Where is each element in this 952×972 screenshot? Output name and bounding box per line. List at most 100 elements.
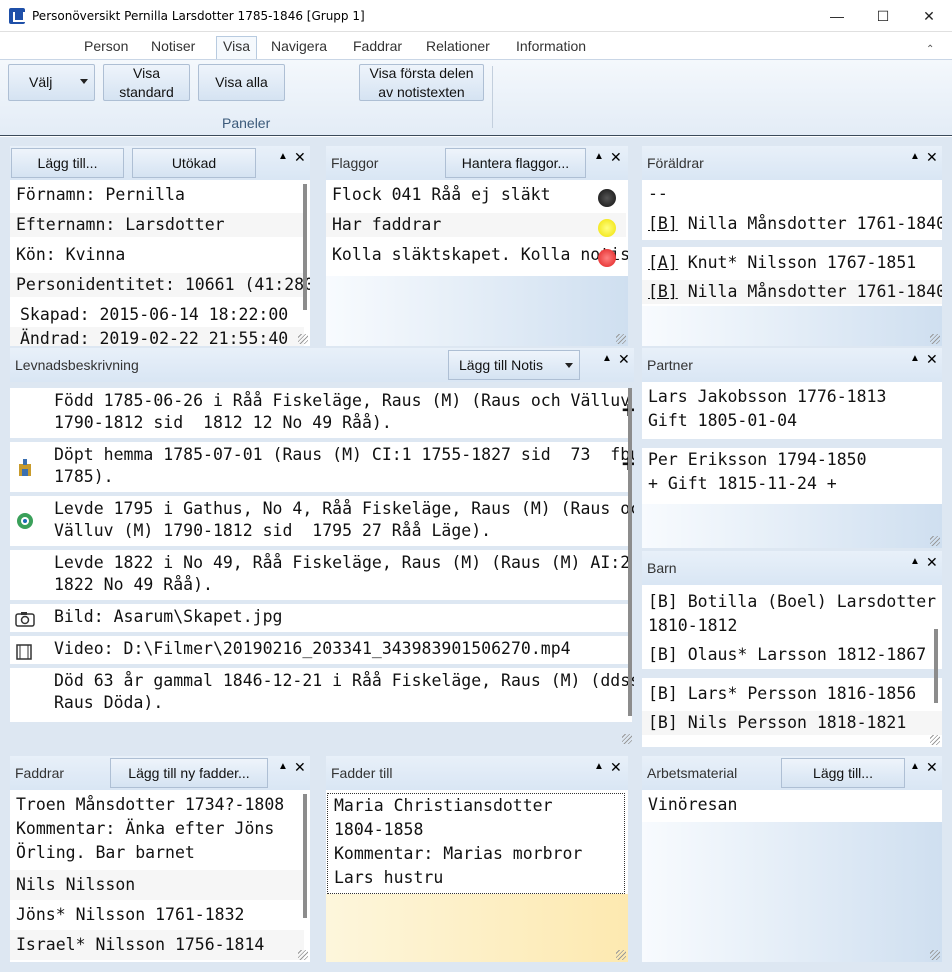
collapse-icon[interactable]: ▲ (278, 761, 288, 772)
scrollbar[interactable] (628, 388, 632, 716)
visa-forsta-line2: av notistexten (378, 83, 465, 100)
visa-forsta-button[interactable]: Visa första delen av notistexten (359, 64, 484, 101)
levnad-row[interactable]: Död 63 år gammal 1846-12-21 i Råå Fiskel… (10, 668, 634, 726)
resize-grip[interactable] (298, 950, 308, 960)
tab-notiser[interactable]: Notiser (151, 38, 195, 54)
person-extended-button[interactable]: Utökad (132, 148, 256, 178)
collapse-icon[interactable]: ▲ (278, 151, 288, 162)
resize-grip[interactable] (616, 950, 626, 960)
partner-row[interactable]: Lars Jakobsson 1776-1813 (642, 385, 942, 409)
collapse-icon[interactable]: ▲ (910, 556, 920, 567)
close-icon[interactable]: ✕ (294, 149, 306, 166)
resize-grip[interactable] (930, 536, 940, 546)
resize-grip[interactable] (930, 950, 940, 960)
panel-title: Partner (647, 357, 693, 373)
manage-flags-button[interactable]: Hantera flaggor... (445, 148, 586, 178)
scrollbar[interactable] (934, 629, 938, 703)
tab-navigera[interactable]: Navigera (271, 38, 327, 54)
partner-row: + Gift 1815-11-24 + (642, 472, 942, 504)
valj-dropdown[interactable]: Välj (8, 64, 95, 101)
child-row[interactable]: [B] Lars* Persson 1816-1856 (642, 682, 942, 706)
godchild-entry[interactable]: Maria Christiansdotter 1804-1858 Komment… (327, 793, 625, 894)
close-icon[interactable]: ✕ (926, 149, 938, 166)
parent-row[interactable]: [B] Nilla Månsdotter 1761-1840 (642, 212, 942, 236)
close-icon[interactable]: ✕ (926, 759, 938, 776)
levnad-row[interactable]: Levde 1795 i Gathus, No 4, Råå Fiskeläge… (10, 496, 634, 550)
close-icon[interactable]: ✕ (610, 759, 622, 776)
tab-relationer[interactable]: Relationer (426, 38, 490, 54)
collapse-icon[interactable]: ▲ (594, 151, 604, 162)
ribbon-collapse-icon[interactable]: ⌃ (926, 44, 934, 55)
levnad-row[interactable]: Levde 1822 i No 49, Råå Fiskeläge, Raus … (10, 550, 632, 604)
parent-row[interactable]: [A] Knut* Nilsson 1767-1851 (642, 251, 942, 275)
maximize-button[interactable]: ☐ (860, 0, 906, 32)
close-button[interactable]: ✕ (906, 0, 952, 32)
godparent-row[interactable]: Nils Nilsson (10, 870, 304, 900)
close-icon[interactable]: ✕ (610, 149, 622, 166)
panel-empty-area (326, 894, 628, 962)
levnad-row[interactable]: Video: D:\Filmer\20190216_203341_3439839… (10, 636, 632, 668)
resize-grip[interactable] (616, 334, 626, 344)
collapse-icon[interactable]: ▲ (910, 151, 920, 162)
parent-name: Knut* Nilsson 1767-1851 (677, 253, 917, 272)
minimize-button[interactable]: — (814, 0, 860, 32)
collapse-icon[interactable]: ▲ (594, 761, 604, 772)
visa-alla-button[interactable]: Visa alla (198, 64, 285, 101)
fadder-till-panel: Fadder till ▲ ✕ Maria Christiansdotter 1… (326, 756, 628, 962)
foraldrar-panel: Föräldrar ▲ ✕ -- [B] Nilla Månsdotter 17… (642, 146, 942, 346)
add-godparent-button[interactable]: Lägg till ny fadder... (110, 758, 268, 788)
collapse-icon[interactable]: ▲ (602, 353, 612, 364)
ribbon-separator (492, 66, 493, 128)
visa-forsta-line1: Visa första delen (369, 64, 474, 81)
parent-tag[interactable]: [A] (648, 253, 678, 272)
close-icon[interactable]: ✕ (618, 351, 630, 368)
tab-information[interactable]: Information (516, 38, 586, 54)
person-row: Ändrad: 2019-02-22 21:55:40 (10, 327, 304, 346)
panel-empty-area (326, 276, 628, 346)
levnad-row[interactable]: Född 1785-06-26 i Råå Fiskeläge, Raus (M… (10, 388, 634, 442)
tab-person[interactable]: Person (84, 38, 128, 54)
tab-faddrar[interactable]: Faddrar (353, 38, 402, 54)
visa-standard-button[interactable]: Visa standard (103, 64, 190, 101)
row-divider (642, 669, 942, 678)
app-icon (9, 8, 25, 24)
collapse-icon[interactable]: ▲ (910, 353, 920, 364)
close-icon[interactable]: ✕ (926, 554, 938, 571)
scrollbar[interactable] (303, 184, 307, 310)
levnad-row[interactable]: Bild: Asarum\Skapet.jpg (10, 604, 632, 636)
collapse-icon[interactable]: ▲ (910, 761, 920, 772)
parent-tag[interactable]: [B] (648, 282, 678, 301)
partner-row: Gift 1805-01-04 (642, 409, 942, 439)
resize-grip[interactable] (930, 334, 940, 344)
scrollbar[interactable] (303, 794, 307, 918)
levnad-text: Bild: Asarum\Skapet.jpg (54, 607, 283, 626)
parent-name: Nilla Månsdotter 1761-1840 (677, 282, 942, 301)
resize-grip[interactable] (930, 735, 940, 745)
add-notis-button[interactable]: Lägg till Notis (448, 350, 580, 380)
workmaterial-row[interactable]: Vinöresan (642, 793, 942, 822)
residence-icon (17, 513, 33, 529)
flag-red-icon (598, 249, 616, 267)
child-row[interactable]: [B] Olaus* Larsson 1812-1867 (642, 643, 942, 667)
church-icon (19, 459, 31, 476)
person-add-button[interactable]: Lägg till... (11, 148, 124, 178)
parent-name: Nilla Månsdotter 1761-1840 (677, 214, 942, 233)
parent-tag[interactable]: [B] (648, 214, 678, 233)
levnad-row[interactable]: Döpt hemma 1785-07-01 (Raus (M) CI:1 175… (10, 442, 634, 496)
child-row[interactable]: [B] Nils Persson 1818-1821 (642, 711, 942, 735)
godparent-row: Örling. Bar barnet (10, 841, 304, 870)
godparent-row[interactable]: Israel* Nilsson 1756-1814 (10, 930, 304, 960)
close-icon[interactable]: ✕ (294, 759, 306, 776)
tab-visa[interactable]: Visa (216, 36, 257, 59)
resize-grip[interactable] (622, 734, 632, 744)
godparent-row[interactable]: Troen Månsdotter 1734?-1808 (10, 793, 304, 817)
close-icon[interactable]: ✕ (926, 351, 938, 368)
child-row[interactable]: [B] Botilla (Boel) Larsdotter (642, 590, 942, 614)
add-workmaterial-button[interactable]: Lägg till... (781, 758, 905, 788)
parent-row[interactable]: [B] Nilla Månsdotter 1761-1840 (642, 280, 942, 304)
arbetsmaterial-panel: Arbetsmaterial Lägg till... ▲ ✕ Vinöresa… (642, 756, 942, 962)
partner-row[interactable]: Per Eriksson 1794-1850 (642, 448, 942, 472)
panel-title: Fadder till (331, 765, 393, 781)
resize-grip[interactable] (298, 334, 308, 344)
godparent-row[interactable]: Jöns* Nilsson 1761-1832 (10, 900, 304, 930)
